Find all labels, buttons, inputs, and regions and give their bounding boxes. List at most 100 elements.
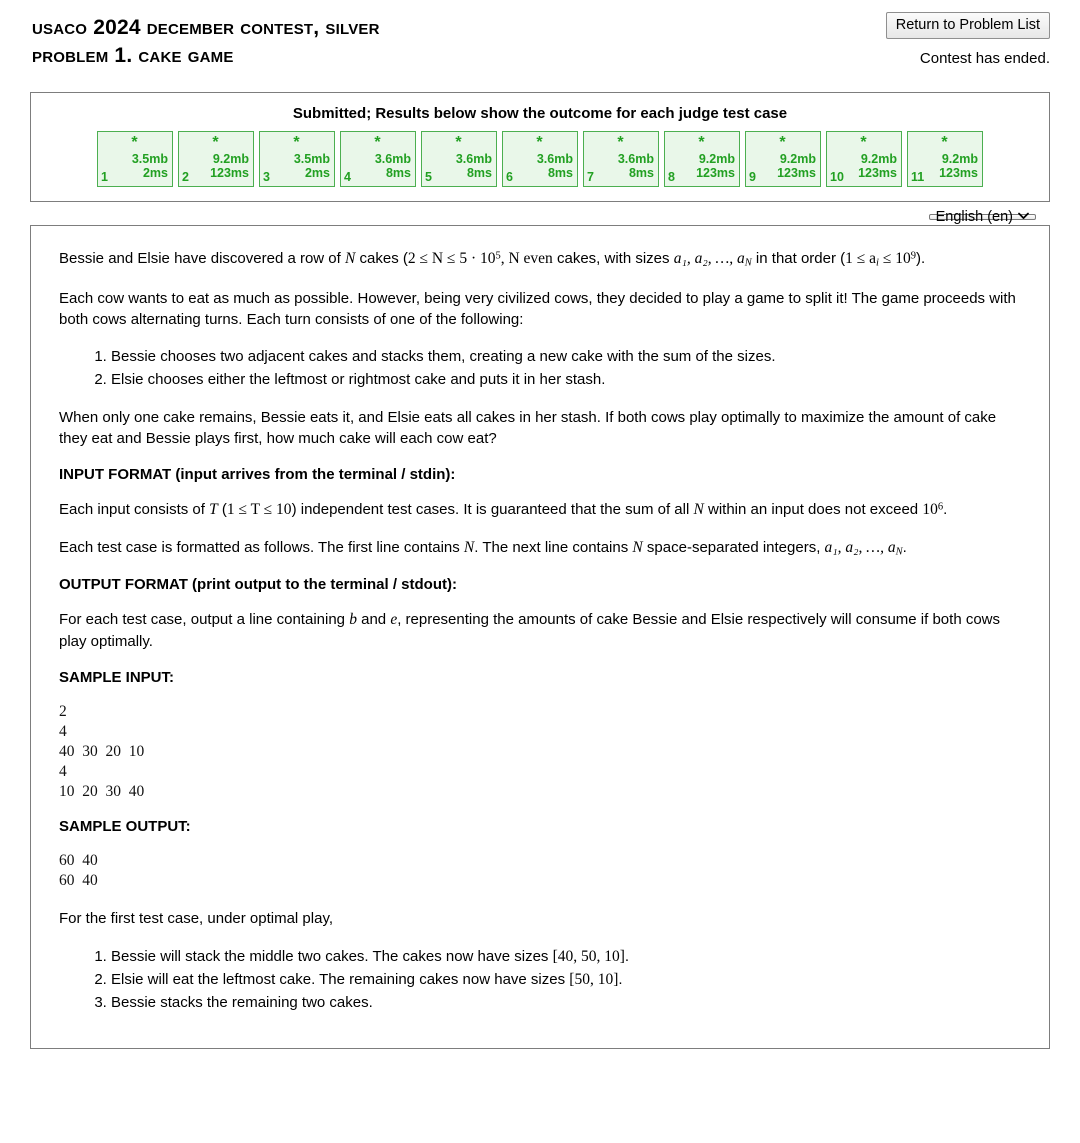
test-case-result[interactable]: * 9.2mb 123ms 9: [745, 131, 821, 187]
test-case-pass-icon: *: [212, 134, 219, 151]
math-N-2: N: [693, 500, 704, 518]
test-case-result[interactable]: * 3.5mb 2ms 1: [97, 131, 173, 187]
explanation-step-item: Elsie will eat the leftmost cake. The re…: [111, 968, 1021, 992]
test-case-pass-icon: *: [536, 134, 543, 151]
output-text-b: and: [356, 611, 391, 629]
test-case-pass-icon: *: [293, 134, 300, 151]
test-case-memory: 9.2mb: [941, 152, 978, 166]
test-case-pass-icon: *: [374, 134, 381, 151]
test-case-time: 8ms: [385, 166, 411, 180]
explanation-intro: For the first test case, under optimal p…: [59, 909, 334, 927]
test-case-memory: 3.5mb: [131, 152, 168, 166]
explanation-step-math: [40, 50, 10]: [552, 947, 625, 965]
math-N-range: 2 ≤ N ≤ 5 · 105, N even: [407, 250, 553, 267]
output-format-heading: OUTPUT FORMAT (print output to the termi…: [59, 576, 457, 594]
language-select[interactable]: English (en): [928, 209, 1036, 225]
problem-paragraph-2: Each cow wants to eat as much as possibl…: [59, 289, 1016, 328]
test-case-index: 10: [830, 170, 844, 184]
test-case-result[interactable]: * 9.2mb 123ms 11: [907, 131, 983, 187]
test-case-pass-icon: *: [779, 134, 786, 151]
test-case-pass-icon: *: [941, 134, 948, 151]
test-case-index: 11: [911, 170, 925, 184]
test-case-time: 2ms: [142, 166, 168, 180]
test-case-memory: 3.6mb: [455, 152, 492, 166]
test-case-index: 1: [101, 170, 108, 184]
input2-text-b: . The next line contains: [474, 538, 633, 556]
input-text-a: Each input consists of: [59, 500, 210, 518]
test-case-memory: 9.2mb: [212, 152, 249, 166]
explanation-step-suffix: .: [618, 971, 623, 989]
test-case-index: 4: [344, 170, 351, 184]
turn-rules-list: Bessie chooses two adjacent cakes and st…: [59, 346, 1021, 391]
input-format-paragraph-2: Each test case is formatted as follows. …: [59, 537, 1021, 561]
test-case-time: 2ms: [304, 166, 330, 180]
explanation-step-text: Elsie will eat the leftmost cake. The re…: [111, 971, 570, 989]
test-case-pass-icon: *: [131, 134, 138, 151]
contest-status-text: Contest has ended.: [919, 50, 1050, 68]
test-case-result[interactable]: * 3.6mb 8ms 5: [421, 131, 497, 187]
test-case-index: 5: [425, 170, 432, 184]
explanation-step-suffix: .: [624, 947, 630, 965]
problem-title-line: Problem 1. Cake Game: [32, 43, 234, 67]
test-case-time: 123ms: [210, 166, 249, 180]
math-T: T: [209, 500, 218, 518]
input-text-c: within an input does not exceed: [703, 500, 923, 518]
intro-text-c: cakes, with sizes: [552, 250, 674, 267]
test-case-result[interactable]: * 3.6mb 8ms 6: [502, 131, 578, 187]
test-case-memory: 3.6mb: [536, 152, 573, 166]
test-case-memory: 9.2mb: [698, 152, 735, 166]
page-title: USACO 2024 December Contest, Silver Prob…: [32, 14, 792, 69]
math-T-range: 1 ≤ T ≤ 10: [226, 500, 292, 518]
test-case-index: 8: [668, 170, 675, 184]
intro-text-d: in that order (: [751, 250, 846, 267]
test-case-time: 8ms: [628, 166, 654, 180]
test-case-pass-icon: *: [455, 134, 462, 151]
test-case-time: 123ms: [777, 166, 816, 180]
explanation-step-text: Bessie stacks the remaining two cakes.: [111, 993, 373, 1011]
test-case-result[interactable]: * 3.5mb 2ms 3: [259, 131, 335, 187]
explanation-step-item: Bessie stacks the remaining two cakes.: [111, 992, 1021, 1015]
explanation-step-text: Bessie will stack the middle two cakes. …: [111, 947, 553, 965]
test-case-pass-icon: *: [617, 134, 624, 151]
input2-text-c: space-separated integers,: [642, 538, 825, 556]
test-case-index: 9: [749, 170, 756, 184]
return-to-problem-list-button[interactable]: Return to Problem List: [885, 12, 1050, 40]
math-sizes-list: a₁, a₂, …, aN: [673, 250, 752, 269]
sample-output-heading: SAMPLE OUTPUT:: [59, 818, 191, 836]
explanation-steps-list: Bessie will stack the middle two cakes. …: [59, 945, 1021, 1015]
input-format-paragraph-1: Each input consists of T (1 ≤ T ≤ 10) in…: [59, 499, 1021, 521]
test-case-pass-icon: *: [698, 134, 705, 151]
chevron-down-icon: [1018, 212, 1029, 223]
intro-text-b: cakes (: [355, 250, 408, 267]
test-case-result[interactable]: * 3.6mb 8ms 4: [340, 131, 416, 187]
math-sum-limit: 106: [922, 500, 944, 518]
test-case-time: 8ms: [466, 166, 492, 180]
input-format-heading: INPUT FORMAT (input arrives from the ter…: [59, 465, 456, 483]
test-case-result[interactable]: * 9.2mb 123ms 2: [178, 131, 254, 187]
test-case-index: 3: [263, 170, 270, 184]
header-actions: Return to Problem List Contest has ended…: [750, 12, 1050, 67]
test-case-result[interactable]: * 9.2mb 123ms 8: [664, 131, 740, 187]
math-N-3: N: [463, 538, 475, 556]
test-case-memory: 9.2mb: [860, 152, 897, 166]
input-text-b: independent test cases. It is guaranteed…: [296, 500, 694, 518]
test-case-list: * 3.5mb 2ms 1 * 9.2mb 123ms 2 * 3.5mb 2ms 3 * 3.6mb 8m…: [41, 131, 1039, 187]
input-text-paren-open: (: [217, 500, 227, 518]
sample-input-heading: SAMPLE INPUT:: [59, 668, 175, 686]
output-format-paragraph: For each test case, output a line contai…: [59, 609, 1021, 652]
sample-output-block: 60 40 60 40: [59, 852, 98, 890]
test-case-memory: 3.6mb: [374, 152, 411, 166]
test-case-result[interactable]: * 9.2mb 123ms 10: [826, 131, 902, 187]
submission-results-panel: Submitted; Results below show the outcom…: [30, 92, 1050, 202]
math-N-4: N: [632, 538, 643, 556]
explanation-step-item: Bessie will stack the middle two cakes. …: [111, 945, 1021, 969]
output-text-a: For each test case, output a line contai…: [59, 611, 350, 629]
test-case-time: 123ms: [696, 166, 735, 180]
math-b: b: [349, 611, 357, 629]
test-case-result[interactable]: * 3.6mb 8ms 7: [583, 131, 659, 187]
test-case-time: 8ms: [547, 166, 573, 180]
input2-text-a: Each test case is formatted as follows. …: [59, 538, 464, 556]
test-case-index: 7: [587, 170, 594, 184]
contest-title-line: USACO 2024 December Contest, Silver: [32, 16, 380, 39]
test-case-index: 6: [506, 170, 513, 184]
